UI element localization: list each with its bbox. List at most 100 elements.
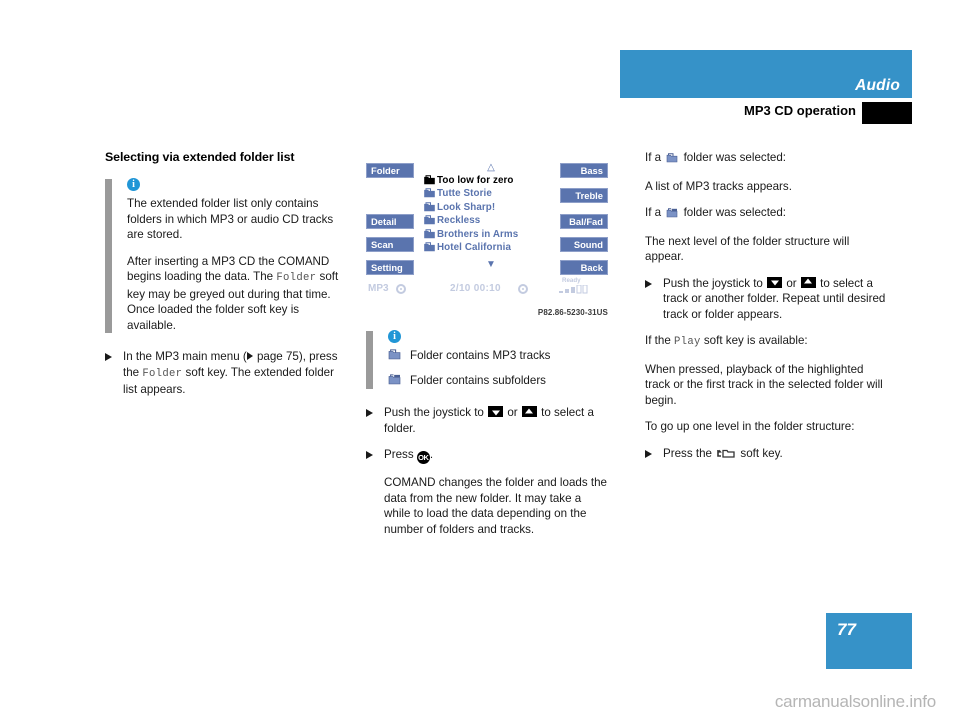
watermark: carmanualsonline.info — [774, 692, 936, 711]
press-the-prefix: Press the — [663, 446, 716, 460]
device-list-item-label: Look Sharp! — [437, 201, 496, 213]
device-softkey-balfad[interactable]: Bal/Fad — [560, 214, 608, 229]
device-softkey-setting[interactable]: Setting — [366, 260, 414, 275]
step-open-folder-list-text: In the MP3 main menu ( page 75), press t… — [123, 349, 345, 398]
comand-screen-illustration: Folder Detail Scan Setting Bass Treble B… — [366, 163, 608, 306]
joystick-or: or — [504, 406, 521, 419]
folder-mp3-icon — [666, 152, 678, 168]
joystick-text-part1: Push the joystick to — [663, 276, 767, 290]
joystick-or: or — [783, 276, 800, 290]
go-up-level-intro: To go up one level in the folder structu… — [645, 420, 855, 433]
device-softkey-treble[interactable]: Treble — [560, 188, 608, 203]
disc-icon — [396, 284, 406, 297]
device-list-item[interactable]: Look Sharp! — [422, 201, 560, 214]
middle-column: i Folder contains MP3 tracks Folder cont… — [366, 330, 608, 548]
device-folder-list[interactable]: Too low for zero Tutte Storie Look Sharp… — [422, 174, 560, 254]
device-list-item-label: Hotel California — [437, 242, 511, 254]
signal-bars-icon — [559, 284, 589, 297]
step-push-joystick-track: Push the joystick to or to select a trac… — [645, 276, 890, 323]
joystick-down-icon[interactable] — [767, 276, 783, 288]
play-suffix: soft key is available: — [700, 334, 808, 347]
step-push-joystick-folder: Push the joystick to or to select a fold… — [366, 405, 608, 436]
header-black-tab — [862, 102, 912, 124]
device-list-item[interactable]: Tutte Storie — [422, 187, 560, 200]
ok-button-icon[interactable]: OK — [416, 451, 430, 464]
folder-subfolder-icon — [388, 373, 410, 389]
press-label: Press — [384, 448, 417, 461]
mp3-folder-condition-line: If a folder was selected: — [645, 150, 890, 168]
info-icon: i — [388, 330, 401, 343]
play-softkey-mono: Play — [674, 336, 701, 348]
note-block: i The extended folder list only contains… — [105, 178, 345, 333]
subfolder-result: The next level of the folder structure w… — [645, 234, 850, 264]
device-status-bar: MP3 2/10 00:10 Ready — [366, 277, 608, 299]
device-softkey-scan[interactable]: Scan — [366, 237, 414, 252]
folder-mp3-icon — [424, 215, 435, 225]
legend-note-block: i Folder contains MP3 tracks Folder cont… — [366, 330, 608, 389]
header-subtitle: MP3 CD operation — [744, 103, 856, 118]
if-a-prefix-1: If a — [645, 151, 665, 164]
header-subtitle-row: MP3 CD operation — [620, 100, 912, 124]
note-paragraph-2: After inserting a MP3 CD the COMAND begi… — [127, 254, 345, 334]
device-softkey-detail[interactable]: Detail — [366, 214, 414, 229]
folder-up-level-icon[interactable] — [717, 448, 735, 464]
joystick-up-icon[interactable] — [800, 276, 816, 288]
joystick-down-icon[interactable] — [488, 406, 504, 417]
folder-mp3-icon — [424, 202, 435, 212]
device-softkey-back[interactable]: Back — [560, 260, 608, 275]
step-press-ok: Press OK. — [366, 447, 608, 464]
page-ref-arrow-icon — [246, 352, 253, 360]
joystick-up-icon[interactable] — [521, 406, 537, 417]
step-press-up-level: Press the soft key. — [645, 446, 890, 464]
section-title: Selecting via extended folder list — [105, 150, 295, 164]
step-push-joystick-folder-text: Push the joystick to or to select a fold… — [384, 405, 608, 436]
note-paragraph-1: The extended folder list only contains f… — [127, 197, 334, 241]
if-a-suffix-2: folder was selected: — [680, 206, 787, 219]
folder-softkey-mono-1: Folder — [276, 272, 317, 284]
device-status-track: 2/10 00:10 — [450, 283, 501, 294]
header-banner: Audio — [620, 50, 912, 98]
mp3-track-list-result: A list of MP3 tracks appears. — [645, 179, 792, 193]
device-list-item[interactable]: Hotel California — [422, 241, 560, 254]
step-press-up-level-text: Press the soft key. — [663, 446, 890, 464]
device-scroll-down-icon[interactable]: ▼ — [422, 260, 560, 270]
disc-icon — [518, 284, 528, 297]
folder-mp3-icon — [388, 348, 410, 364]
if-a-suffix-1: folder was selected: — [680, 151, 787, 164]
step-text-part1: In the MP3 main menu ( — [123, 350, 247, 363]
if-a-prefix-2: If a — [645, 206, 665, 219]
left-column: Selecting via extended folder list i The… — [105, 150, 345, 409]
device-list-item[interactable]: Reckless — [422, 214, 560, 227]
device-status-ready: Ready — [562, 277, 581, 284]
page-number-box: 77 — [826, 613, 912, 669]
device-softkey-folder[interactable]: Folder — [366, 163, 414, 178]
legend-row-mp3: Folder contains MP3 tracks — [388, 348, 608, 364]
device-softkey-sound[interactable]: Sound — [560, 237, 608, 252]
device-status-source: MP3 — [368, 283, 389, 294]
header-banner-title: Audio — [855, 77, 900, 94]
device-list-item-label: Tutte Storie — [437, 188, 492, 200]
play-softkey-condition: If the Play soft key is available: — [645, 333, 890, 351]
right-column: If a folder was selected: A list of MP3 … — [645, 150, 890, 474]
page-number: 77 — [837, 620, 856, 639]
device-list-item[interactable]: Brothers in Arms — [422, 228, 560, 241]
folder-softkey-mono-2: Folder — [142, 367, 183, 380]
subfolder-condition-line: If a folder was selected: — [645, 205, 890, 223]
device-softkey-bass[interactable]: Bass — [560, 163, 608, 178]
device-scroll-up-icon[interactable]: △ — [422, 163, 560, 173]
play-softkey-result: When pressed, playback of the highlighte… — [645, 362, 883, 407]
folder-mp3-icon — [424, 175, 435, 185]
device-list-item-label: Reckless — [437, 215, 481, 227]
joystick-text-part1: Push the joystick to — [384, 406, 488, 419]
press-the-suffix: soft key. — [737, 446, 783, 460]
folder-mp3-icon — [424, 188, 435, 198]
folder-subfolder-icon — [666, 207, 678, 223]
legend-label-subfolders: Folder contains subfolders — [410, 374, 546, 387]
step-open-folder-list: In the MP3 main menu ( page 75), press t… — [105, 349, 345, 398]
comand-loading-paragraph: COMAND changes the folder and loads the … — [384, 476, 607, 536]
folder-mp3-icon — [424, 242, 435, 252]
manual-page: Audio MP3 CD operation Selecting via ext… — [0, 0, 960, 720]
figure-caption: P82.86-5230-31US — [537, 308, 608, 317]
device-list-item[interactable]: Too low for zero — [422, 174, 560, 187]
step-press-ok-text: Press OK. — [384, 448, 434, 464]
